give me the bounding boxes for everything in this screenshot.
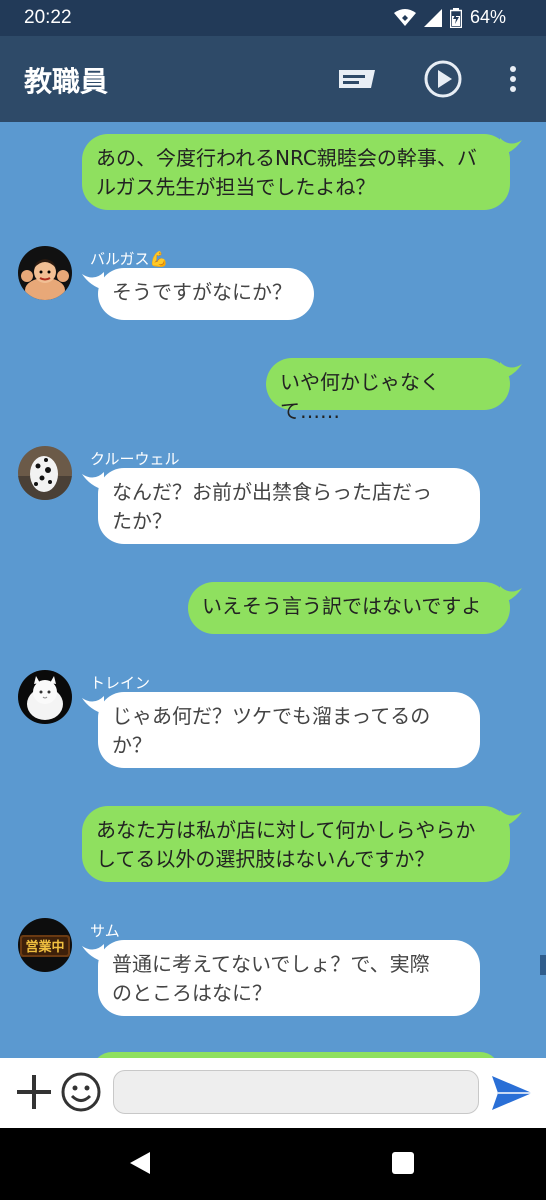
- incoming-message[interactable]: なんだ？お前が出禁食らった店だっ たか？: [98, 468, 480, 544]
- battery-icon: [449, 7, 462, 28]
- message-line: か？: [112, 733, 152, 757]
- message-line: あの、今度行われるNRC親睦会の幹事、バ: [96, 146, 477, 170]
- message-line: 普通に考えてないでしょ？で、実際: [112, 952, 430, 976]
- status-indicators: 64%: [393, 7, 506, 28]
- bubble-tail: [500, 362, 522, 380]
- bubble-tail: [500, 138, 522, 156]
- status-bar: 20:22 64%: [0, 0, 546, 36]
- bubble-tail: [82, 472, 104, 490]
- play-icon[interactable]: [422, 58, 464, 100]
- status-time: 20:22: [24, 7, 72, 28]
- smiley-icon: [61, 1072, 101, 1112]
- message-line: いえそう言う訳ではないですよ: [202, 594, 482, 618]
- message-line: なんだ？お前が出禁食らった店だっ: [112, 480, 432, 504]
- system-nav-bar: [0, 1128, 546, 1200]
- emoji-button[interactable]: [60, 1071, 102, 1113]
- send-button[interactable]: [490, 1074, 534, 1112]
- bubble-tail: [82, 272, 104, 290]
- sender-name: トレイン: [90, 675, 151, 692]
- add-button[interactable]: [14, 1072, 54, 1112]
- message-line: のところはなに？: [112, 981, 272, 1005]
- message-line: いや何かじゃなくて……: [280, 370, 440, 423]
- battery-percent: 64%: [469, 7, 506, 27]
- sender-name: サム: [90, 923, 120, 940]
- bubble-tail: [82, 944, 104, 962]
- more-vert-icon[interactable]: [492, 58, 534, 100]
- message-input[interactable]: [113, 1070, 479, 1114]
- chat-title: 教職員: [24, 65, 109, 98]
- incoming-message[interactable]: そうですがなにか？: [98, 268, 314, 320]
- message-line: あなた方は私が店に対して何かしらやらか: [96, 818, 476, 842]
- outgoing-message[interactable]: いえそう言う訳ではないですよ: [188, 582, 510, 634]
- message-line: そうですがなにか？: [112, 280, 292, 304]
- home-icon[interactable]: [392, 1152, 414, 1174]
- message-line: してる以外の選択肢はないんですか？: [96, 847, 435, 871]
- incoming-message[interactable]: じゃあ何だ？ツケでも溜まってるの か？: [98, 692, 480, 768]
- bubble-tail: [500, 810, 522, 828]
- bubble-tail: [82, 696, 104, 714]
- sender-name: クルーウェル: [90, 451, 180, 468]
- bubble-tail: [500, 586, 522, 604]
- outgoing-message[interactable]: いや何かじゃなくて……: [266, 358, 510, 423]
- outgoing-message[interactable]: あなた方は私が店に対して何かしらやらか してる以外の選択肢はないんですか？: [82, 806, 510, 882]
- signal-icon: [423, 8, 442, 27]
- note-icon[interactable]: [336, 58, 378, 100]
- app-bar: 教職員: [0, 36, 546, 122]
- sender-name: バルガス💪: [90, 251, 169, 268]
- chat-area[interactable]: あの、今度行われるNRC親睦会の幹事、バ ルガス先生が担当でしたよね？ バルガス…: [0, 122, 546, 1058]
- wifi-icon: [393, 8, 416, 27]
- avatar-sam[interactable]: 営業中: [18, 918, 72, 972]
- incoming-message[interactable]: 普通に考えてないでしょ？で、実際 のところはなに？: [98, 940, 480, 1016]
- scrollbar-thumb[interactable]: [540, 955, 546, 975]
- outgoing-message[interactable]: あの、今度行われるNRC親睦会の幹事、バ ルガス先生が担当でしたよね？: [82, 134, 510, 210]
- avatar-crewel[interactable]: [18, 446, 72, 500]
- message-line: たか？: [112, 509, 172, 533]
- message-line: ルガス先生が担当でしたよね？: [96, 175, 376, 199]
- send-icon: [492, 1076, 532, 1110]
- shop-sign-text: 営業中: [25, 939, 64, 955]
- message-input-bar: [0, 1058, 546, 1128]
- message-line: じゃあ何だ？ツケでも溜まってるの: [112, 704, 431, 728]
- avatar-vargas[interactable]: [18, 246, 72, 300]
- avatar-trein[interactable]: [18, 670, 72, 724]
- back-icon[interactable]: [128, 1150, 152, 1176]
